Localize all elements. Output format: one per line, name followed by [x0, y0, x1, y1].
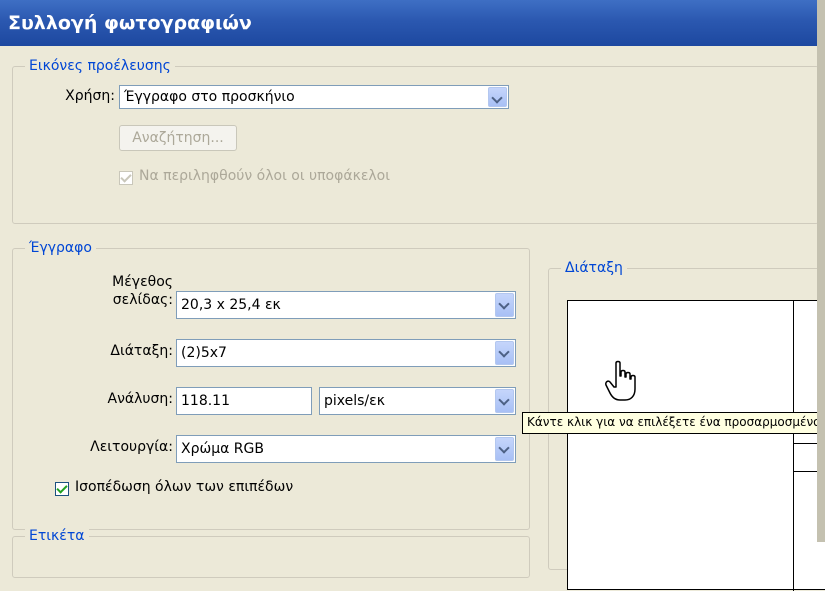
source-images-title: Εικόνες προέλευσης — [25, 57, 175, 75]
layout-preview-canvas[interactable] — [567, 300, 825, 591]
source-images-group: Εικόνες προέλευσης Χρήση: Έγγραφο στο πρ… — [12, 57, 819, 224]
use-value: Έγγραφο στο προσκήνιο — [124, 89, 295, 105]
window-right-edge — [817, 0, 825, 542]
resolution-label: Ανάλυση: — [107, 391, 173, 407]
layout-label: Διάταξη: — [110, 343, 173, 359]
label-group-title: Ετικέτα — [25, 527, 89, 545]
browse-button[interactable]: Αναζήτηση... — [119, 125, 237, 151]
dialog-body: Εικόνες προέλευσης Χρήση: Έγγραφο στο πρ… — [0, 46, 825, 591]
chevron-down-icon[interactable] — [495, 293, 514, 317]
chevron-down-icon[interactable] — [495, 389, 514, 413]
mode-select[interactable]: Χρώμα RGB — [176, 435, 516, 463]
page-size-value: 20,3 x 25,4 εκ — [181, 297, 281, 313]
checkmark-icon — [56, 482, 68, 494]
include-subfolders-label: Να περιληφθούν όλοι οι υποφάκελοι — [139, 168, 390, 184]
layout-select[interactable]: (2)5x7 — [176, 339, 516, 367]
preview-divider-vertical — [793, 301, 794, 591]
label-group: Ετικέτα — [12, 527, 530, 578]
resolution-unit-select[interactable]: pixels/εκ — [319, 387, 516, 415]
page-size-label-line1: Μέγεθος — [112, 274, 173, 290]
use-label: Χρήση: — [65, 88, 115, 104]
flatten-layers-label: Ισοπέδωση όλων των επιπέδων — [75, 479, 294, 495]
chevron-down-icon[interactable] — [495, 437, 514, 461]
resolution-input[interactable]: 118.11 — [176, 387, 312, 415]
hand-pointer-icon — [605, 360, 636, 401]
chevron-down-icon[interactable] — [495, 341, 514, 365]
page-size-label: Μέγεθος σελίδας: — [53, 273, 173, 309]
tooltip: Κάντε κλικ για να επιλέξετε ένα προσαρμο… — [522, 412, 822, 434]
resolution-value: 118.11 — [181, 393, 230, 409]
flatten-layers-checkbox[interactable] — [55, 482, 69, 496]
use-select[interactable]: Έγγραφο στο προσκήνιο — [119, 85, 509, 109]
mode-label: Λειτουργία: — [90, 439, 173, 455]
layout-value: (2)5x7 — [181, 345, 227, 361]
mode-value: Χρώμα RGB — [181, 441, 264, 457]
layout-preview-title: Διάταξη — [561, 259, 627, 277]
document-title: Έγγραφο — [25, 239, 96, 257]
window-title: Συλλογή φωτογραφιών — [0, 0, 825, 46]
checkmark-icon — [120, 171, 132, 183]
page-size-label-line2: σελίδας: — [112, 292, 173, 308]
page-size-select[interactable]: 20,3 x 25,4 εκ — [176, 291, 516, 319]
include-subfolders-checkbox[interactable] — [119, 171, 133, 185]
resolution-unit-value: pixels/εκ — [324, 393, 385, 409]
document-group: Έγγραφο Μέγεθος σελίδας: 20,3 x 25,4 εκ … — [12, 239, 530, 530]
chevron-down-icon[interactable] — [488, 87, 507, 107]
